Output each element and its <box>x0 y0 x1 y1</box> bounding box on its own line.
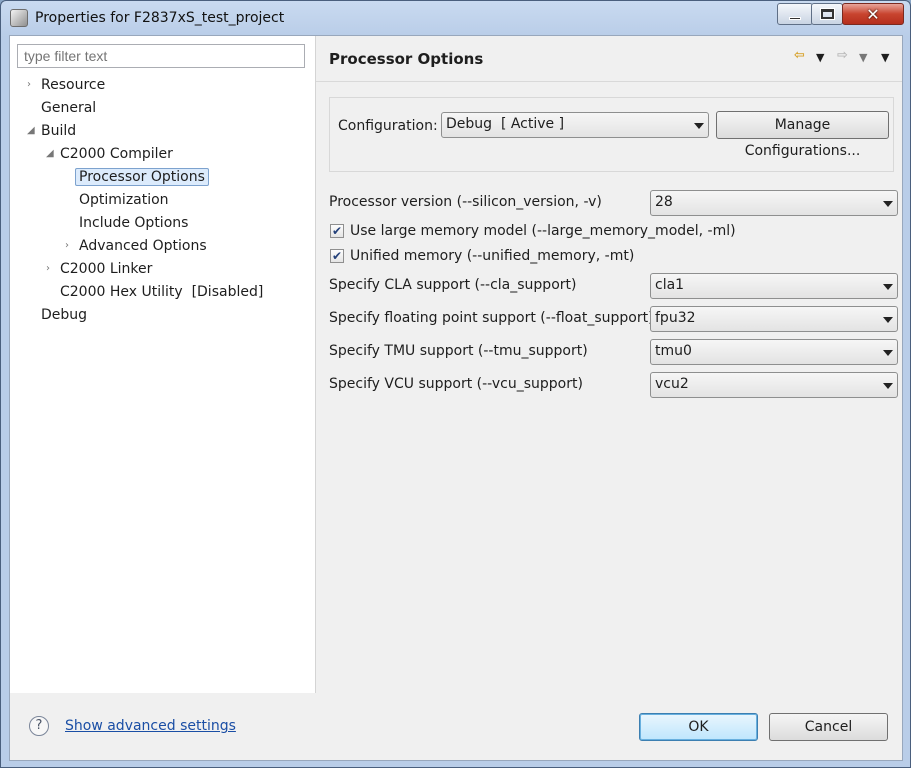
expand-icon[interactable]: › <box>27 74 37 96</box>
property-page: Processor Options ⇦ ▼ ⇨ ▼ ▼ Configuratio… <box>316 36 902 693</box>
cla-support-select[interactable]: cla1 <box>650 273 898 299</box>
tmu-support-select[interactable]: tmu0 <box>650 339 898 365</box>
tree-item-processor-options[interactable]: Processor Options <box>75 166 209 188</box>
tree-item-label: C2000 Compiler <box>60 146 173 162</box>
checkmark-icon: ✔ <box>331 224 343 238</box>
float-support-select[interactable]: fpu32 <box>650 306 898 332</box>
header-divider <box>316 81 902 82</box>
tree-item-general[interactable]: General <box>41 97 96 119</box>
tree-item-label: Advanced Options <box>79 238 207 254</box>
configuration-value: Debug [ Active ] <box>446 116 565 132</box>
tree-item-label: Include Options <box>79 215 189 231</box>
close-button[interactable]: ✕ <box>842 3 904 25</box>
tree-item-optimization[interactable]: Optimization <box>79 189 169 211</box>
forward-menu-icon[interactable]: ▼ <box>859 51 867 64</box>
vcu-support-value: vcu2 <box>655 376 689 392</box>
tmu-support-value: tmu0 <box>655 343 692 359</box>
tree-item-label: Build <box>41 123 77 139</box>
processor-version-select[interactable]: 28 <box>650 190 898 216</box>
unified-memory-checkbox[interactable]: ✔ <box>330 249 344 263</box>
minimize-icon <box>789 16 801 20</box>
cla-support-value: cla1 <box>655 277 685 293</box>
collapse-icon[interactable]: ◢ <box>27 120 37 142</box>
cancel-button[interactable]: Cancel <box>769 713 888 741</box>
large-memory-checkbox[interactable]: ✔ <box>330 224 344 238</box>
tree-item-label: Processor Options <box>75 168 209 186</box>
processor-version-label: Processor version (--silicon_version, -v… <box>329 194 602 210</box>
manage-configurations-button[interactable]: Manage Configurations... <box>716 111 889 159</box>
history-nav: ⇦ ▼ ⇨ ▼ ▼ <box>794 48 898 68</box>
dialog-button-bar: ? Show advanced settings OK Cancel <box>10 694 902 760</box>
dropdown-arrow-icon <box>883 317 893 323</box>
show-advanced-settings-link[interactable]: Show advanced settings <box>65 718 236 734</box>
maximize-button[interactable] <box>811 3 843 25</box>
dropdown-arrow-icon <box>883 383 893 389</box>
maximize-icon <box>820 9 834 19</box>
close-icon: ✕ <box>866 4 880 24</box>
minimize-button[interactable] <box>777 3 813 25</box>
dropdown-arrow-icon <box>883 201 893 207</box>
help-icon[interactable]: ? <box>29 716 49 736</box>
tree-item-label: Resource <box>41 77 106 93</box>
dropdown-arrow-icon <box>883 350 893 356</box>
large-memory-label[interactable]: Use large memory model (--large_memory_m… <box>350 223 736 239</box>
expand-icon[interactable]: › <box>46 258 56 280</box>
tree-item-label: Optimization <box>79 192 169 208</box>
processor-version-value: 28 <box>655 194 673 210</box>
dropdown-arrow-icon <box>883 284 893 290</box>
float-support-value: fpu32 <box>655 310 696 326</box>
forward-arrow-icon[interactable]: ⇨ <box>837 48 848 63</box>
tree-item-label: C2000 Hex Utility [Disabled] <box>60 284 264 300</box>
dialog-client-area: › Resource General ◢ Build ◢ C2000 Compi… <box>9 35 903 761</box>
app-icon <box>10 9 28 27</box>
ok-button[interactable]: OK <box>639 713 758 741</box>
vcu-support-select[interactable]: vcu2 <box>650 372 898 398</box>
vcu-support-label: Specify VCU support (--vcu_support) <box>329 376 583 392</box>
configuration-select[interactable]: Debug [ Active ] <box>441 112 709 138</box>
tree-item-c2000-hex-utility[interactable]: C2000 Hex Utility [Disabled] <box>60 281 263 303</box>
unified-memory-label[interactable]: Unified memory (--unified_memory, -mt) <box>350 248 634 264</box>
tree-item-label: General <box>41 100 97 116</box>
tree-item-label: C2000 Linker <box>60 261 153 277</box>
tree-item-label: Debug <box>41 307 88 323</box>
page-title: Processor Options <box>329 50 484 68</box>
view-menu-icon[interactable]: ▼ <box>881 51 889 64</box>
checkmark-icon: ✔ <box>331 249 343 263</box>
navigation-pane: › Resource General ◢ Build ◢ C2000 Compi… <box>10 36 316 693</box>
title-bar[interactable]: Properties for F2837xS_test_project ✕ <box>1 1 910 35</box>
tree-item-debug[interactable]: Debug <box>41 304 87 326</box>
back-menu-icon[interactable]: ▼ <box>816 51 824 64</box>
properties-window: Properties for F2837xS_test_project ✕ › … <box>0 0 911 768</box>
dropdown-arrow-icon <box>694 123 704 129</box>
configuration-label: Configuration: <box>338 118 438 134</box>
float-support-label: Specify floating point support (--float_… <box>329 310 654 326</box>
tmu-support-label: Specify TMU support (--tmu_support) <box>329 343 588 359</box>
expand-icon[interactable]: › <box>65 235 75 257</box>
tree-item-include-options[interactable]: Include Options <box>79 212 188 234</box>
cla-support-label: Specify CLA support (--cla_support) <box>329 277 577 293</box>
collapse-icon[interactable]: ◢ <box>46 143 56 165</box>
back-arrow-icon[interactable]: ⇦ <box>794 48 805 63</box>
window-title: Properties for F2837xS_test_project <box>35 10 285 26</box>
configuration-group: Configuration: Debug [ Active ] Manage C… <box>329 97 894 172</box>
filter-input[interactable] <box>17 44 305 68</box>
